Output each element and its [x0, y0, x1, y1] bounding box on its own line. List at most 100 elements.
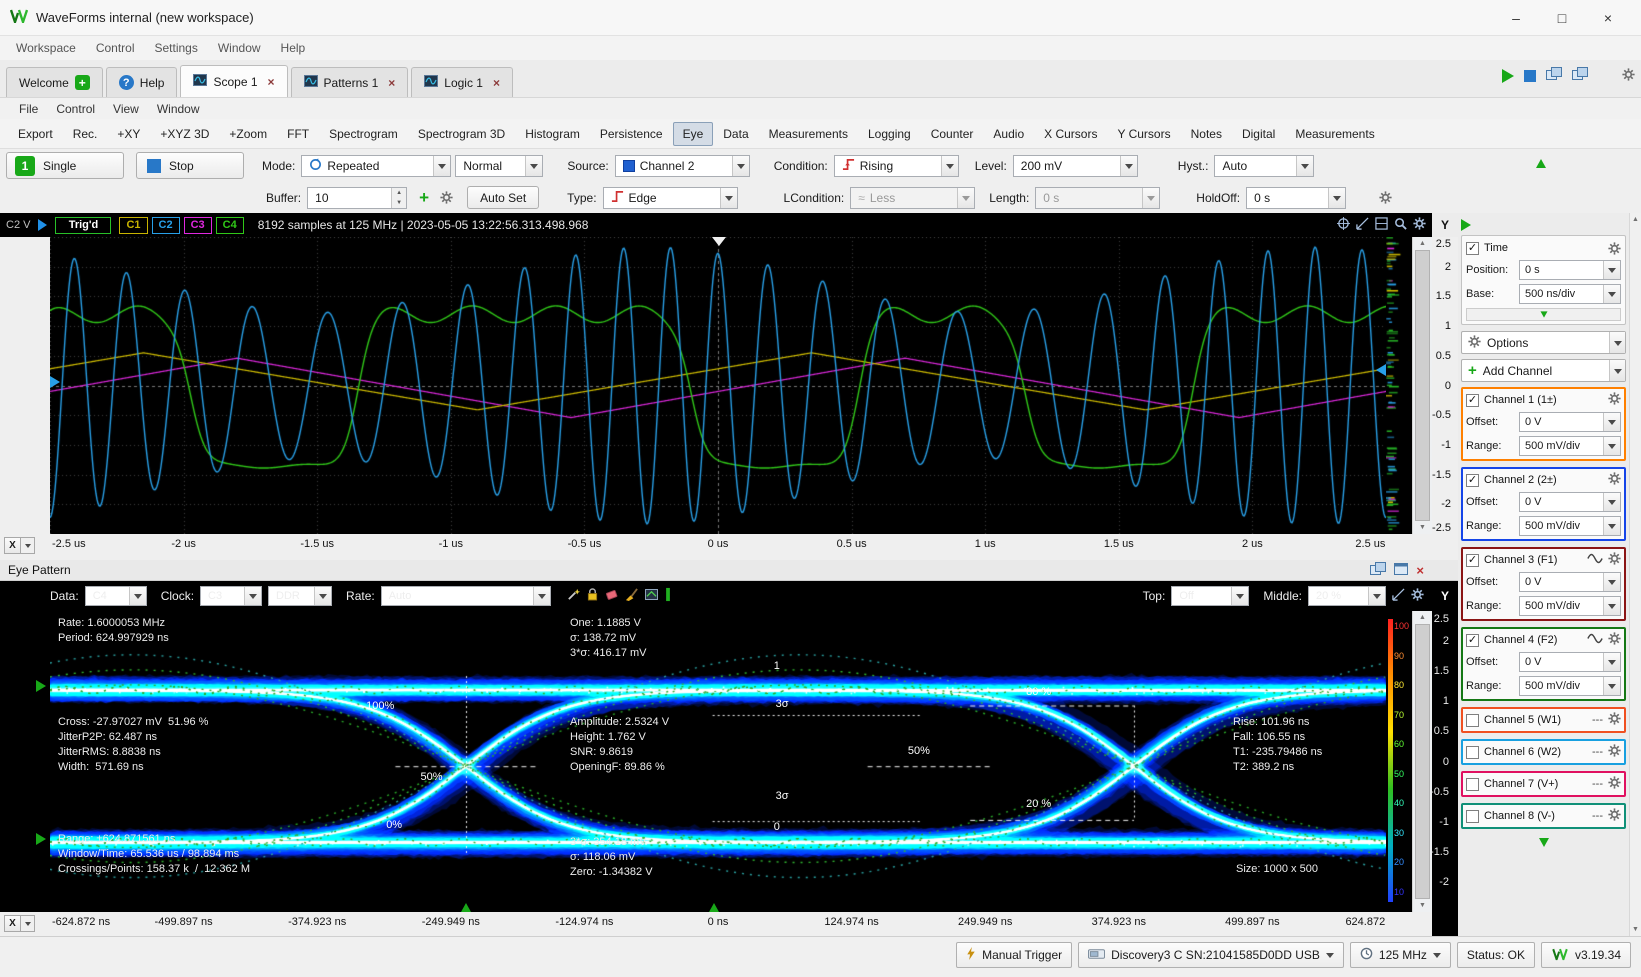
add-channel-select[interactable]: + Add Channel — [1461, 359, 1626, 382]
scope-menu-control[interactable]: Control — [47, 102, 104, 116]
tab-scope-1[interactable]: Scope 1 × — [180, 65, 288, 97]
eye-y-axis-button[interactable]: Y — [1432, 581, 1458, 611]
channel-header[interactable]: Channel 5 (W1) --- — [1466, 710, 1621, 730]
gear-icon[interactable] — [1608, 776, 1621, 792]
eye-x-axis-button[interactable]: X — [4, 915, 35, 932]
app-menu-window[interactable]: Window — [208, 41, 271, 55]
autoset-button[interactable]: Auto Set — [467, 186, 540, 209]
base-select[interactable]: 500 ns/div — [1519, 284, 1621, 304]
position-select[interactable]: 0 s — [1519, 260, 1621, 280]
collapse-controls-icon[interactable] — [1536, 159, 1546, 168]
time-expand-button[interactable] — [1466, 308, 1621, 321]
lcondition-select[interactable]: ≈ Less — [850, 186, 976, 209]
scroll-up-icon[interactable]: ▲ — [1413, 611, 1432, 624]
eraser-icon[interactable] — [605, 588, 618, 604]
channel2-offset-marker[interactable] — [50, 376, 60, 388]
run-all-icon[interactable] — [1502, 68, 1514, 83]
source-select[interactable]: Channel 2 — [614, 154, 750, 177]
mode-select[interactable]: Repeated — [301, 154, 452, 177]
cascade-windows-icon[interactable] — [1546, 67, 1562, 84]
scope-vertical-scrollbar[interactable]: ▲ ▼ — [1412, 237, 1432, 534]
hyst-select[interactable]: Auto — [1214, 154, 1315, 177]
zoom-icon[interactable] — [1394, 217, 1407, 233]
device-select[interactable]: Discovery3 C SN:21041585D0DD USB — [1078, 942, 1344, 968]
eye-top-select[interactable]: Off — [1171, 586, 1250, 606]
channel-chip-c4[interactable]: C4 — [215, 216, 244, 234]
gear-icon[interactable] — [1411, 588, 1424, 604]
offset-select[interactable]: 0 V — [1519, 572, 1621, 592]
scroll-down-icon[interactable]: ▼ — [1413, 521, 1432, 534]
gear-icon[interactable] — [1608, 472, 1621, 488]
app-menu-settings[interactable]: Settings — [145, 41, 208, 55]
level-select[interactable]: 200 mV — [1012, 154, 1138, 177]
persistence-icon[interactable] — [644, 589, 658, 603]
close-tab-icon[interactable]: × — [268, 75, 275, 89]
gear-icon[interactable] — [1608, 392, 1621, 408]
toolbar-item-data[interactable]: Data — [713, 122, 758, 146]
toolbar-item-measurements[interactable]: Measurements — [759, 122, 858, 146]
toolbar-item--xyz-3d[interactable]: +XYZ 3D — [150, 122, 219, 146]
channel-checkbox[interactable] — [1466, 713, 1479, 727]
channel-checkbox[interactable]: ✓ — [1466, 473, 1479, 487]
eye-rate-select[interactable]: Auto — [380, 586, 551, 606]
scroll-up-icon[interactable]: ▲ — [1630, 213, 1641, 226]
measure-icon[interactable] — [1356, 217, 1369, 233]
trigger-level-marker[interactable] — [1376, 364, 1386, 376]
gear-icon[interactable] — [1374, 187, 1396, 209]
stepper-arrows-icon[interactable]: ▲ ▼ — [391, 187, 407, 208]
gear-icon[interactable] — [1608, 744, 1621, 760]
close-tab-icon[interactable]: × — [493, 76, 500, 90]
eye-clock-select[interactable]: C3 — [200, 586, 263, 606]
add-buffer-button[interactable]: + — [413, 187, 435, 209]
crossing-marker[interactable] — [461, 903, 471, 912]
brush-icon[interactable] — [625, 588, 638, 604]
scope-menu-window[interactable]: Window — [148, 102, 209, 116]
toolbar-item-export[interactable]: Export — [8, 122, 63, 146]
channel-chip-c3[interactable]: C3 — [183, 216, 212, 234]
clock-select[interactable]: 125 MHz — [1349, 942, 1451, 968]
expand-sidebar-icon[interactable] — [1461, 219, 1471, 231]
toolbar-item-digital[interactable]: Digital — [1232, 122, 1285, 146]
channel-checkbox[interactable]: ✓ — [1466, 393, 1479, 407]
channel-chip-c1[interactable]: C1 — [119, 216, 148, 234]
eye-data-select[interactable]: C4 — [84, 586, 147, 606]
stop-button[interactable]: Stop — [136, 152, 244, 179]
app-menu-control[interactable]: Control — [86, 41, 145, 55]
gear-icon[interactable] — [1413, 217, 1426, 233]
gear-icon[interactable] — [435, 187, 457, 209]
single-button[interactable]: 1 Single — [6, 152, 124, 179]
scroll-channels-icon[interactable] — [1538, 838, 1549, 847]
close-icon[interactable]: × — [1416, 563, 1424, 578]
sidebar-scrollbar[interactable]: ▲ ▼ — [1629, 213, 1641, 936]
cascade-icon[interactable] — [1370, 561, 1387, 579]
eye-ddr-select[interactable]: DDR — [268, 586, 333, 606]
minimize-button[interactable]: – — [1493, 3, 1539, 33]
offset-select[interactable]: 0 V — [1519, 492, 1621, 512]
gear-icon[interactable] — [1608, 241, 1621, 255]
type-select[interactable]: Edge — [602, 186, 738, 209]
channel-checkbox[interactable] — [1466, 777, 1479, 791]
eye-vertical-scrollbar[interactable]: ▲ ▼ — [1412, 611, 1432, 912]
add-instrument-icon[interactable]: + — [74, 75, 90, 90]
app-menu-workspace[interactable]: Workspace — [6, 41, 86, 55]
toolbar-item-measurements[interactable]: Measurements — [1285, 122, 1384, 146]
scroll-up-icon[interactable]: ▲ — [1413, 237, 1432, 250]
scale-icon[interactable] — [1392, 588, 1405, 604]
toolbar-item-fft[interactable]: FFT — [277, 122, 319, 146]
toolbar-item-audio[interactable]: Audio — [983, 122, 1034, 146]
lock-icon[interactable] — [587, 588, 598, 604]
status-button[interactable]: Status: OK — [1456, 942, 1535, 968]
trigger-position-marker[interactable] — [712, 237, 726, 246]
maximize-button[interactable]: □ — [1539, 3, 1585, 33]
channel-checkbox[interactable] — [1466, 809, 1479, 823]
target-icon[interactable] — [1337, 217, 1350, 233]
range-select[interactable]: 500 mV/div — [1519, 676, 1621, 696]
scroll-down-icon[interactable]: ▼ — [1413, 899, 1432, 912]
scope-plot-canvas[interactable] — [50, 237, 1386, 534]
gear-icon[interactable] — [1608, 632, 1621, 648]
gear-icon[interactable] — [1608, 552, 1621, 568]
one-level-marker[interactable] — [36, 680, 46, 692]
offset-select[interactable]: 0 V — [1519, 412, 1621, 432]
tab-welcome[interactable]: Welcome + — [6, 67, 103, 97]
tab-logic-1[interactable]: Logic 1 × — [411, 67, 513, 97]
